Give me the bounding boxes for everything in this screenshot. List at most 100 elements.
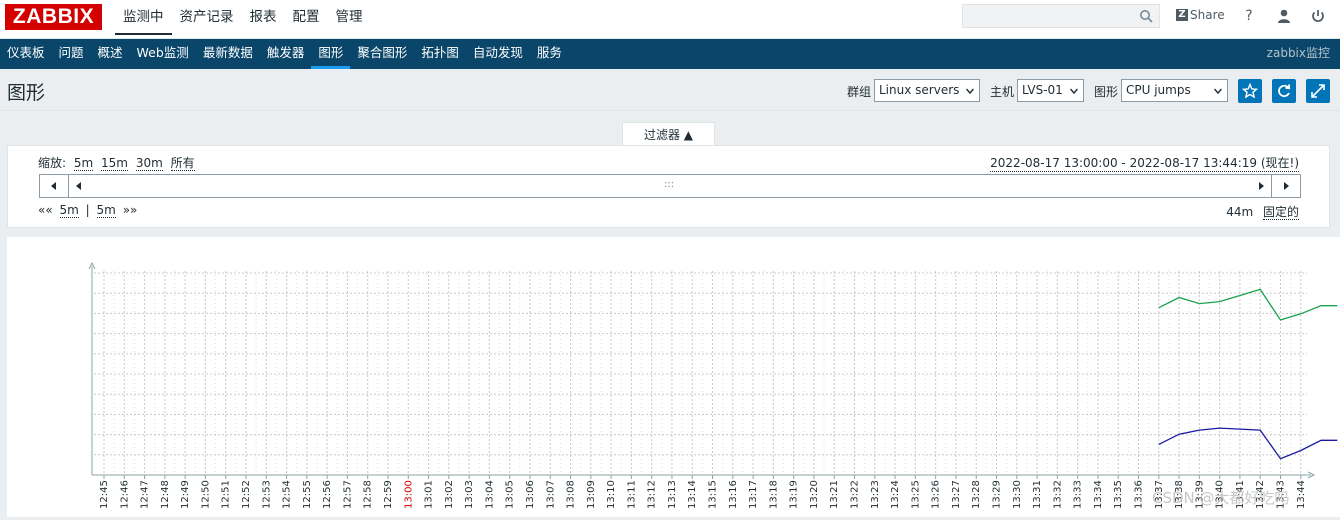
subnav-maps[interactable]: 拓扑图 <box>414 39 466 69</box>
back-glyph[interactable]: «« <box>38 203 53 217</box>
subnav-problems[interactable]: 问题 <box>52 39 91 69</box>
x-tick-label: 13:23 <box>870 480 881 509</box>
filter-tab[interactable]: 过滤器 ▲ <box>622 122 715 146</box>
forward-glyph[interactable]: »» <box>123 203 138 217</box>
slider-left-handle-icon[interactable] <box>75 182 83 190</box>
group-select[interactable]: Linux servers <box>874 79 980 102</box>
x-tick-label: 13:05 <box>505 480 516 509</box>
duration-controls: 44m 固定的 <box>1226 203 1299 220</box>
menu-reports[interactable]: 报表 <box>242 0 285 35</box>
menu-configuration[interactable]: 配置 <box>285 0 328 35</box>
x-tick-label: 13:27 <box>951 480 962 509</box>
subnav-services[interactable]: 服务 <box>530 39 569 69</box>
host-select-value: LVS-01 <box>1022 83 1063 97</box>
x-tick-label: 13:20 <box>809 480 820 509</box>
star-icon <box>1242 83 1258 99</box>
x-tick-label: 13:26 <box>931 480 942 509</box>
x-tick-label: 12:48 <box>160 480 171 509</box>
zabbix-logo[interactable]: ZABBIX <box>5 4 102 30</box>
fullscreen-button[interactable] <box>1306 79 1330 103</box>
menu-administration[interactable]: 管理 <box>328 0 371 35</box>
share-button[interactable]: Z Share <box>1176 8 1225 22</box>
x-tick-label: 12:51 <box>221 480 232 509</box>
zoom-15m[interactable]: 15m <box>101 156 128 171</box>
duration-value: 44m <box>1226 205 1254 219</box>
x-tick-label: 13:07 <box>545 480 556 509</box>
refresh-icon <box>1278 84 1291 98</box>
x-tick-label: 13:34 <box>1093 480 1104 509</box>
zoom-5m[interactable]: 5m <box>73 156 94 171</box>
fullscreen-icon <box>1311 84 1325 98</box>
cpu-jumps-chart[interactable]: 12:45 12:46 12:47 12:48 12:49 12:50 12:51 12:52… <box>7 237 1340 517</box>
x-tick-label: 13:29 <box>992 480 1003 509</box>
x-tick-label: 12:57 <box>342 480 353 509</box>
fixed-toggle[interactable]: 固定的 <box>1262 205 1299 220</box>
user-icon[interactable] <box>1276 8 1292 24</box>
x-tick-label: 13:14 <box>687 480 698 509</box>
graph-panel: 12:45 12:46 12:47 12:48 12:49 12:50 12:51 12:52… <box>7 237 1340 517</box>
subnav-discovery[interactable]: 自动发现 <box>466 39 530 69</box>
x-tick-label: 12:55 <box>302 480 313 509</box>
subnav-overview[interactable]: 概述 <box>91 39 130 69</box>
sub-navigation: 仪表板 问题 概述 Web监测 最新数据 触发器 图形 聚合图形 拓扑图 自动发… <box>0 39 1340 69</box>
x-tick-label: 13:12 <box>647 480 658 509</box>
timeline-slider[interactable]: ::: <box>69 175 1271 197</box>
menu-inventory[interactable]: 资产记录 <box>172 0 242 35</box>
top-bar: ZABBIX 监测中 资产记录 报表 配置 管理 Z Share ? <box>0 0 1340 39</box>
share-label: Share <box>1190 8 1225 22</box>
power-icon[interactable] <box>1310 8 1326 24</box>
subnav-screens[interactable]: 聚合图形 <box>350 39 414 69</box>
timeline-right-button[interactable] <box>1271 175 1300 197</box>
menu-monitoring[interactable]: 监测中 <box>115 0 172 35</box>
subnav-triggers[interactable]: 触发器 <box>260 39 312 69</box>
nav-separator: | <box>85 203 90 217</box>
zoom-all[interactable]: 所有 <box>170 156 195 171</box>
subnav-dashboard[interactable]: 仪表板 <box>0 39 52 69</box>
main-menu: 监测中 资产记录 报表 配置 管理 <box>115 0 371 35</box>
back-5m-link[interactable]: 5m <box>59 203 79 218</box>
x-tick-label: 13:16 <box>728 480 739 509</box>
timeline-left-button[interactable] <box>40 175 69 197</box>
host-label: 主机 <box>990 85 1015 99</box>
refresh-button[interactable] <box>1272 79 1296 103</box>
x-tick-label: 13:08 <box>566 480 577 509</box>
x-tick-label: 13:44 <box>1296 480 1307 509</box>
step-navigation: «« 5m | 5m »» <box>38 203 138 218</box>
search-input[interactable] <box>962 4 1160 28</box>
zoom-30m[interactable]: 30m <box>135 156 163 171</box>
search-icon[interactable] <box>1139 9 1153 23</box>
subnav-latest-data[interactable]: 最新数据 <box>196 39 260 69</box>
slider-grip[interactable]: ::: <box>664 175 674 195</box>
x-tick-label: 13:17 <box>748 480 759 509</box>
x-tick-label: 13:00 <box>403 480 414 509</box>
forward-5m-link[interactable]: 5m <box>96 203 116 218</box>
slider-right-handle-icon[interactable] <box>1257 182 1265 190</box>
x-tick-label: 12:49 <box>180 480 191 509</box>
host-select[interactable]: LVS-01 <box>1017 79 1084 102</box>
series-line-0 <box>1158 288 1338 321</box>
x-tick-label: 12:56 <box>322 480 333 509</box>
timeline-scrollbar[interactable]: ::: <box>39 174 1301 198</box>
page-header: 图形 群组 Linux servers 主机 LVS-01 图形 CPU jum… <box>0 69 1340 111</box>
group-label: 群组 <box>847 85 872 99</box>
graph-select[interactable]: CPU jumps <box>1121 79 1228 102</box>
x-tick-label: 13:31 <box>1032 480 1043 509</box>
subnav-web[interactable]: Web监测 <box>130 39 196 69</box>
x-tick-label: 13:15 <box>708 480 719 509</box>
x-tick-label: 13:24 <box>890 480 901 509</box>
time-range[interactable]: 2022-08-17 13:00:00 - 2022-08-17 13:44:1… <box>990 154 1299 172</box>
x-tick-label: 13:28 <box>971 480 982 509</box>
x-tick-label: 12:54 <box>282 480 293 509</box>
zoom-label: 缩放: <box>38 156 67 170</box>
subnav-graphs[interactable]: 图形 <box>311 39 351 69</box>
x-tick-label: 13:21 <box>829 480 840 509</box>
x-tick-label: 13:02 <box>444 480 455 509</box>
x-tick-label: 12:46 <box>119 480 130 509</box>
add-to-favorites-button[interactable] <box>1238 79 1262 103</box>
x-tick-label: 13:22 <box>850 480 861 509</box>
triangle-right-icon <box>1284 182 1289 190</box>
page-title: 图形 <box>7 82 46 104</box>
question-icon[interactable]: ? <box>1241 8 1257 24</box>
x-tick-label: 13:13 <box>667 480 678 509</box>
x-tick-label: 13:06 <box>525 480 536 509</box>
